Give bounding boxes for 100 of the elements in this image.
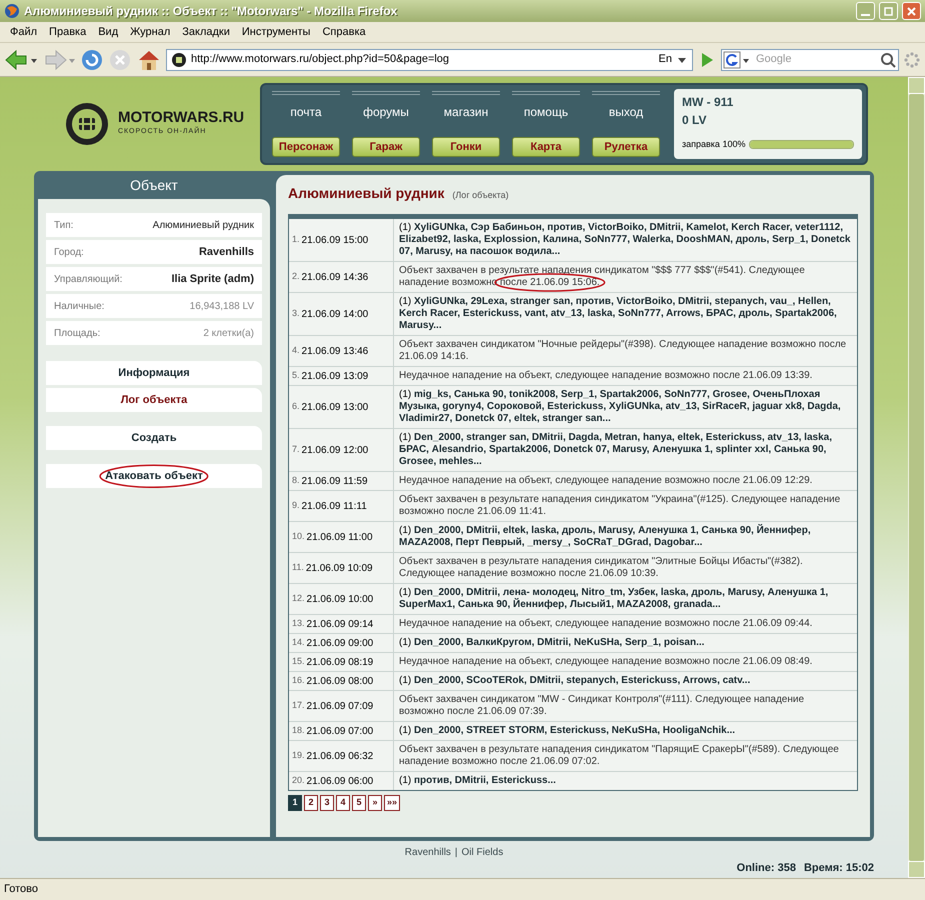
sidebar-menu-item[interactable]: Атаковать объект [46,464,262,488]
nav-button[interactable]: Рулетка [592,137,660,157]
nav-link[interactable]: почта [272,91,340,121]
search-field[interactable]: Google [752,51,878,68]
menu-item[interactable]: Вид [92,24,124,40]
sidebar-title: Объект [129,176,179,195]
log-cell: (1) Den_2000, STREET STORM, Esterickuss, NeKuSHa, HooligaNchik... [394,722,857,740]
log-cell: (1) Den_2000, SCooTERok, DMitrii, stepanych, Esterickuss, Arrows, catv... [394,672,857,690]
browser-logo-icon [4,3,20,19]
date-cell: 20. 21.06.09 06:00 [289,772,393,790]
reload-icon[interactable] [80,48,104,72]
date-cell: 3. 21.06.09 14:00 [289,293,393,335]
search-engine-icon[interactable] [722,50,752,68]
log-cell: (1) XyliGUNka, Сэр Бабиньон, против, VictorBoiko, DMitrii, Kamelot, Kerch Racer, veter1112, Elizabet92, laska, Explossion, Калина, SoNn777, Walerka, DooshMAN, дроль, Serp_1, Donetck 07, Marusy, на пасошок водила... [394,219,857,261]
maximize-icon [884,6,893,16]
menu-item[interactable]: Инструменты [236,24,316,40]
date-cell: 15. 21.06.09 08:19 [289,653,393,671]
nav-link[interactable]: форумы [352,91,420,121]
info-label: Город: [54,246,84,260]
info-label: Тип: [54,218,74,232]
fuel-label: заправка 100% [682,138,746,151]
logo-icon [64,101,110,147]
language-indicator: En [658,52,672,68]
window-title: Алюминиевый рудник :: Объект :: "Motorwars" - Mozilla Firefox [24,3,398,20]
url-text: http://www.motorwars.ru/object.php?id=50&page=log [191,52,450,68]
info-value: Ilia Sprite (adm) [171,272,254,287]
log-cell: Неудачное нападение на объект, следующее нападение возможно после 21.06.09 09:44. [394,615,857,633]
log-cell: (1) XyliGUNka, 29Lexa, stranger san, против, VictorBoiko, DMitrii, stepanych, vau_, Hellen, Kerch Racer, Esterickuss, vant, atv_13, laska, SoNn777, Arrows, БРАС, дроль, Spartak2006, Marusy... [394,293,857,335]
log-cell: Объект захвачен синдикатом "Ночные рейдеры"(#398). Следующее нападение возможно после 21.06.09 14:16. [394,336,857,366]
log-cell: (1) mig_ks, Санька 90, tonik2008, Serp_1, Spartak2006, SoNn777, Grosee, ОченьПлохая Музыка, goryny4, Сороковой, Esterickuss, XyliGUNka, atv_13, SirRaceR, jaguar xk8, Dagda, Vladimir27, Donetck 07, eltek, stranger san... [394,386,857,428]
back-icon[interactable] [4,48,38,70]
logo-text: MOTORWARS.RU [118,110,244,126]
log-cell: Объект захвачен в результате нападения синдикатом "Украина"(#125). Следующее нападение возможно после 21.06.09 11:41. [394,491,857,521]
date-cell: 7. 21.06.09 12:00 [289,429,393,471]
address-bar[interactable]: http://www.motorwars.ru/object.php?id=50&page=log En [166,48,693,70]
server-time: Время: 15:02 [804,860,874,876]
date-cell: 4. 21.06.09 13:46 [289,336,393,366]
log-cell: Объект захвачен в результате нападения синдикатом "Элитные Бойцы Ибасты"(#382). Следующее нападение возможно после 21.06.09 10:39. [394,553,857,583]
date-cell: 13. 21.06.09 09:14 [289,615,393,633]
page-button[interactable]: 3 [320,795,334,811]
date-cell: 14. 21.06.09 09:00 [289,634,393,652]
online-count: Online: 358 [736,860,796,876]
menu-item[interactable]: Файл [4,24,44,40]
log-cell: (1) Den_2000, ВалкиКругом, DMitrii, NeKuSHa, Serp_1, poisan... [394,634,857,652]
page-button[interactable]: 1 [288,795,302,811]
log-cell: Объект захвачен в результате нападения синдикатом "ПарящиЕ СракерЫ"(#589). Следующее нападение возможно после 21.06.09 07:02. [394,741,857,771]
nav-link[interactable]: магазин [432,91,500,121]
page-button[interactable]: 5 [352,795,366,811]
info-value: Ravenhills [198,244,254,260]
player-name: MW - 911 [682,94,734,111]
player-money: 0 LV [682,112,708,129]
date-cell: 19. 21.06.09 06:32 [289,741,393,771]
page-button[interactable]: » [368,795,382,811]
date-cell: 1. 21.06.09 15:00 [289,219,393,261]
nav-link[interactable]: помощь [512,91,580,121]
search-icon[interactable] [878,50,898,68]
date-cell: 12. 21.06.09 10:00 [289,584,393,614]
page-button[interactable]: 4 [336,795,350,811]
menu-item[interactable]: Справка [316,24,372,40]
page-subtitle: (Лог объекта) [452,189,509,202]
footer-separator: | [454,846,458,860]
date-cell: 5. 21.06.09 13:09 [289,367,393,385]
log-cell: (1) Den_2000, DMitrii, лена- молодец, Nitro_tm, Узбек, laska, дроль, Marusy, Аленушка 1, SuperMax1, Санька 90, Йеннифер, Лысый1, MAZA2008, granada... [394,584,857,614]
menu-item[interactable]: Закладки [176,24,236,40]
log-cell: (1) против, DMitrii, Esterickuss... [394,772,857,790]
footer-link[interactable]: Oil Fields [462,844,504,860]
date-cell: 8. 21.06.09 11:59 [289,472,393,490]
sidebar-menu-item[interactable]: Информация [46,361,262,385]
log-cell: Неудачное нападение на объект, следующее нападение возможно после 21.06.09 13:39. [394,367,857,385]
info-label: Площадь: [54,326,100,340]
sidebar-menu-item[interactable]: Создать [46,426,262,450]
close-icon [907,6,916,16]
page-button[interactable]: »» [384,795,400,811]
scrollbar[interactable] [908,77,925,878]
close-button[interactable] [902,2,921,20]
nav-button[interactable]: Гараж [352,137,420,157]
nav-button[interactable]: Гонки [432,137,500,157]
page-button[interactable]: 2 [304,795,318,811]
nav-link[interactable]: выход [592,91,660,121]
maximize-button[interactable] [879,2,898,20]
info-value: 2 клетки(а) [203,326,254,340]
sidebar-menu-item[interactable]: Лог объекта [46,388,262,412]
search-box[interactable]: Google [721,48,899,70]
log-cell: Неудачное нападение на объект, следующее нападение возможно после 21.06.09 12:29. [394,472,857,490]
info-label: Наличные: [54,300,104,314]
date-cell: 11. 21.06.09 10:09 [289,553,393,583]
nav-button[interactable]: Персонаж [272,137,340,157]
info-value: Алюминиевый рудник [152,218,254,232]
date-cell: 18. 21.06.09 07:00 [289,722,393,740]
menu-item[interactable]: Журнал [124,24,176,40]
menu-item[interactable]: Правка [43,24,92,40]
info-value: 16,943,188 LV [190,300,254,314]
site-icon [171,52,187,68]
footer-link[interactable]: Ravenhills [404,844,451,860]
nav-button[interactable]: Карта [512,137,580,157]
minimize-button[interactable] [856,2,875,20]
date-cell: 6. 21.06.09 13:00 [289,386,393,428]
date-cell: 9. 21.06.09 11:11 [289,491,393,521]
log-cell: (1) Den_2000, stranger san, DMitrii, Dagda, Metran, hanya, eltek, Esterickuss, atv_13, laska, БРАС, Alesandrio, Spartak2006, Donetck 07, Marusy, Аленушка 1, splinter xxl, Санька 90, Grosee, mehles... [394,429,857,471]
status-text: Готово [4,882,38,898]
